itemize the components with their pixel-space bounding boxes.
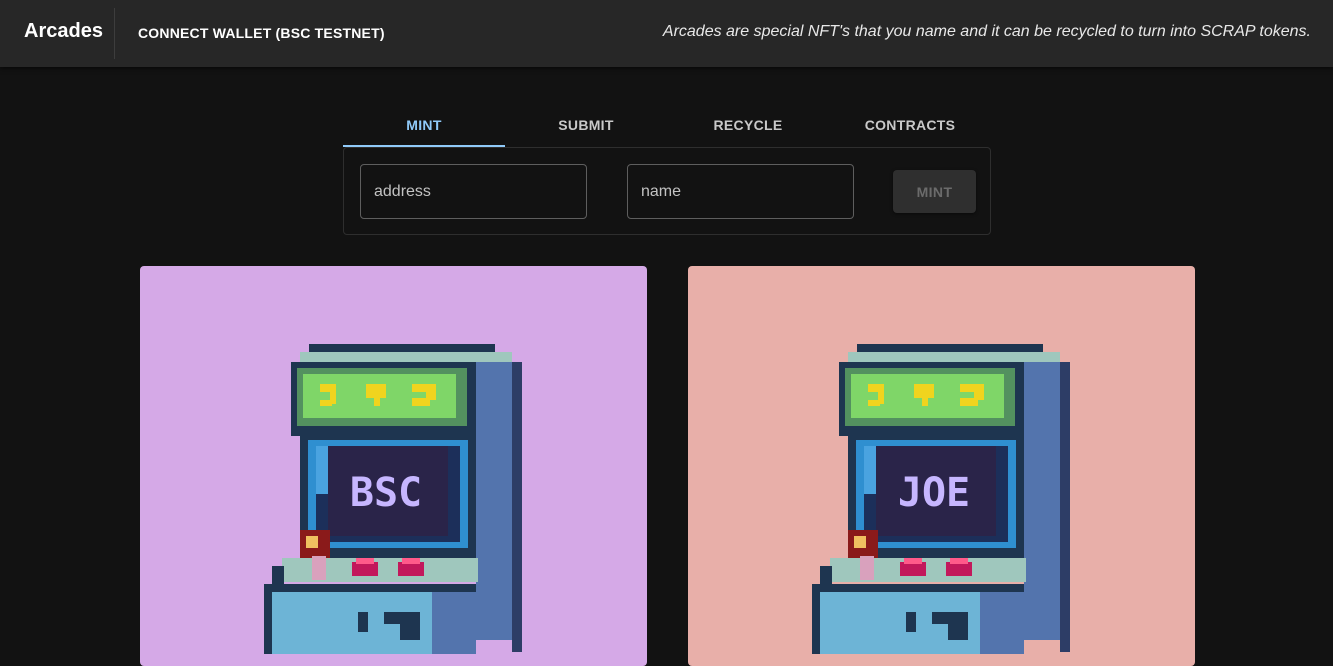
tab-submit[interactable]: SUBMIT <box>505 103 667 147</box>
screen-text: BSC <box>350 470 422 516</box>
screen-text: JOE <box>898 470 970 516</box>
header-tagline: Arcades are special NFT's that you name … <box>662 23 1311 40</box>
mint-button[interactable]: MINT <box>893 170 976 213</box>
header-divider <box>114 8 115 59</box>
nft-card: JOE <box>688 266 1195 666</box>
mint-panel: MINT <box>343 147 991 235</box>
address-input[interactable] <box>361 165 586 218</box>
arcade-cabinet-image: JOE <box>812 344 1070 654</box>
connect-wallet-button[interactable]: CONNECT WALLET (BSC TESTNET) <box>128 17 395 49</box>
name-input[interactable] <box>628 165 853 218</box>
address-field <box>360 164 587 219</box>
name-field <box>627 164 854 219</box>
tab-bar: MINT SUBMIT RECYCLE CONTRACTS <box>343 103 991 147</box>
tab-contracts[interactable]: CONTRACTS <box>829 103 991 147</box>
app-title: Arcades <box>24 20 103 42</box>
arcade-cabinet-image: BSC <box>264 344 522 654</box>
nft-card: BSC <box>140 266 647 666</box>
app-bar: Arcades CONNECT WALLET (BSC TESTNET) Arc… <box>0 0 1333 67</box>
tab-recycle[interactable]: RECYCLE <box>667 103 829 147</box>
tab-mint[interactable]: MINT <box>343 103 505 147</box>
